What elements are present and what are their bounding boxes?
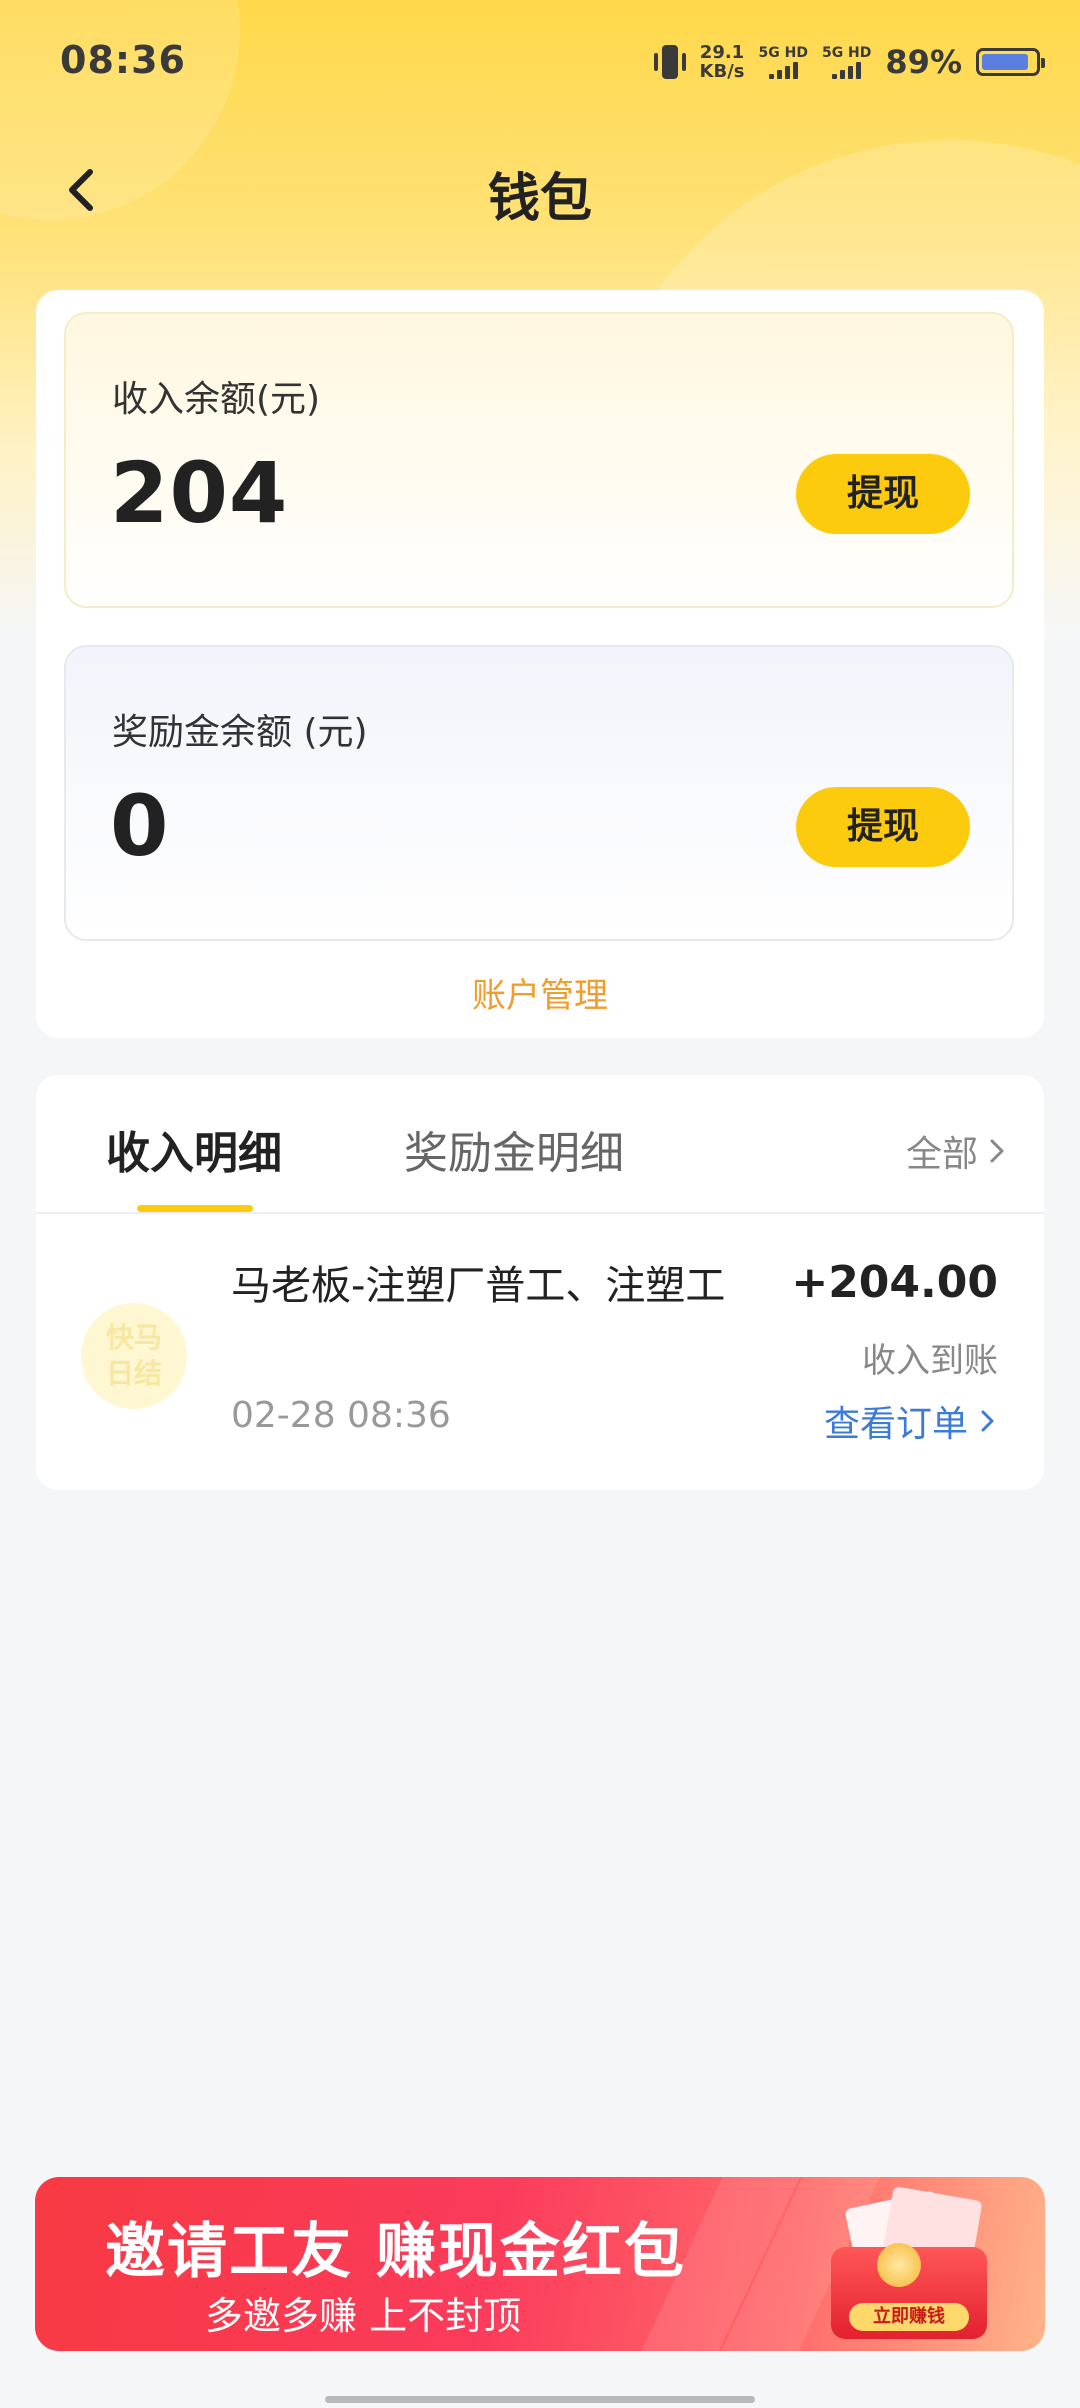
- record-title: 马老板-注塑厂普工、注塑工: [231, 1263, 726, 1309]
- sim1-signal: 5G HD: [759, 45, 808, 79]
- network-speed-value: 29.1: [699, 42, 745, 63]
- sim2-label: 5G HD: [821, 45, 872, 61]
- invite-banner[interactable]: 邀请工友 赚现金红包 多邀多赚 上不封顶 立即赚钱: [35, 2177, 1045, 2351]
- tab-divider: [36, 1212, 1044, 1214]
- details-card: 收入明细 奖励金明细 全部 快马 日结 马老板-注塑厂普工、注塑工 +204.0…: [36, 1075, 1044, 1490]
- merchant-logo: 快马 日结: [81, 1303, 187, 1409]
- reward-balance-box: 奖励金余额 (元) 0 提现: [64, 645, 1014, 941]
- filter-all-button[interactable]: 全部: [906, 1125, 1008, 1177]
- record-status: 收入到账: [862, 1341, 998, 1381]
- sim2-signal: 5G HD: [822, 45, 871, 79]
- active-tab-indicator: [137, 1205, 253, 1212]
- status-bar: 08:36 29.1 KB/s 5G HD 5G HD 89%: [0, 0, 1080, 130]
- network-speed: 29.1 KB/s: [700, 43, 745, 81]
- wallet-card: 收入余额(元) 204 提现 奖励金余额 (元) 0 提现 账户管理: [36, 290, 1044, 1038]
- network-speed-unit: KB/s: [699, 61, 745, 82]
- income-balance-value: 204: [110, 444, 289, 542]
- battery-fill: [982, 54, 1028, 70]
- merchant-logo-line1: 快马: [105, 1321, 162, 1354]
- red-envelope-icon: 立即赚钱: [823, 2185, 993, 2341]
- chevron-right-icon: [981, 1410, 994, 1432]
- filter-all-label: 全部: [905, 1134, 978, 1175]
- record-time: 02-28 08:36: [231, 1395, 451, 1436]
- view-order-label: 查看订单: [823, 1404, 968, 1445]
- merchant-logo-line2: 日结: [105, 1357, 162, 1390]
- view-order-link[interactable]: 查看订单: [824, 1395, 998, 1447]
- record-amount: +204.00: [791, 1257, 998, 1308]
- page-title: 钱包: [487, 169, 592, 229]
- tab-income-details[interactable]: 收入明细: [106, 1117, 282, 1181]
- account-management-link[interactable]: 账户管理: [36, 968, 1044, 1017]
- status-time: 08:36: [60, 38, 186, 82]
- banner-title: 邀请工友 赚现金红包: [105, 2217, 686, 2287]
- status-icons: 29.1 KB/s 5G HD 5G HD 89%: [653, 42, 1045, 82]
- sim1-label: 5G HD: [758, 45, 808, 61]
- signal-bars-icon: [768, 61, 798, 79]
- reward-withdraw-button[interactable]: 提现: [796, 787, 970, 867]
- income-withdraw-button[interactable]: 提现: [796, 454, 970, 534]
- home-indicator[interactable]: [325, 2396, 755, 2403]
- income-balance-label: 收入余额(元): [112, 379, 321, 420]
- battery-icon: [976, 48, 1045, 76]
- tab-reward-details[interactable]: 奖励金明细: [404, 1117, 624, 1181]
- income-balance-box: 收入余额(元) 204 提现: [64, 312, 1014, 608]
- reward-balance-value: 0: [110, 777, 170, 875]
- battery-percent: 89%: [885, 43, 962, 81]
- reward-balance-label: 奖励金余额 (元): [112, 712, 368, 753]
- signal-bars-icon: [832, 61, 862, 79]
- vibrate-icon: [653, 45, 686, 79]
- chevron-right-icon: [990, 1139, 1004, 1163]
- banner-subtitle: 多邀多赚 上不封顶: [205, 2294, 522, 2338]
- banner-cta: 立即赚钱: [849, 2303, 969, 2331]
